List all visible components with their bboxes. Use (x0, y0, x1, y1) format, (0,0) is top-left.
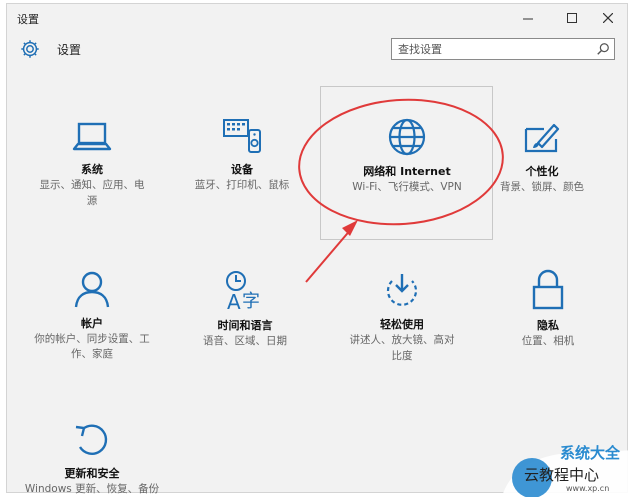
tile-accounts[interactable]: 帐户 你的帐户、同步设置、工作、家庭 (21, 269, 163, 362)
tile-label: 时间和语言 (217, 319, 273, 332)
tile-time-language[interactable]: A 字 时间和语言 语音、区域、日期 (175, 269, 315, 349)
tile-desc: 源 (86, 195, 98, 207)
watermark-url: www.xp.cn (566, 484, 610, 493)
tile-desc: 你的帐户、同步设置、工作、家庭 (34, 333, 150, 360)
tile-network[interactable]: 网络和 Internet Wi-Fi、飞行模式、VPN (323, 117, 491, 195)
maximize-button[interactable] (555, 4, 589, 32)
tile-label: 轻松使用 (380, 318, 424, 331)
tile-desc: 背景、锁屏、颜色 (500, 181, 584, 193)
user-icon (74, 271, 110, 308)
svg-text:A: A (227, 290, 241, 311)
tile-label: 系统 (81, 163, 103, 176)
tile-personalization[interactable]: 个性化 背景、锁屏、颜色 (487, 121, 597, 195)
tile-desc: 位置、相机 (521, 335, 575, 347)
title-bar: 设置 (7, 4, 627, 32)
tile-desc: 语音、区域、日期 (203, 335, 287, 347)
search-icon[interactable] (596, 42, 610, 56)
laptop-icon (72, 122, 112, 151)
ease-of-access-icon (386, 274, 418, 306)
lock-icon (532, 269, 564, 310)
tile-label: 帐户 (81, 317, 103, 330)
tile-devices[interactable]: 设备 蓝牙、打印机、鼠标 (167, 117, 317, 193)
tile-desc: Wi-Fi、飞行模式、VPN (352, 181, 462, 193)
gear-icon (21, 40, 39, 58)
time-language-icon: A 字 (226, 271, 260, 311)
globe-icon (388, 118, 426, 156)
tile-ease-of-access[interactable]: 轻松使用 讲述人、放大镜、高对 比度 (337, 272, 467, 364)
page-title: 设置 (57, 43, 82, 57)
tile-privacy[interactable]: 隐私 位置、相机 (495, 269, 601, 349)
tile-system[interactable]: 系统 显示、通知、应用、电 源 (17, 119, 167, 209)
tile-label: 更新和安全 (64, 467, 120, 480)
close-button[interactable] (591, 4, 625, 32)
tile-label: 隐私 (537, 319, 559, 332)
tile-label: 个性化 (525, 165, 559, 178)
close-icon (603, 13, 613, 23)
settings-window: 设置 设置 系统 显示、通知、应用、电 源 (6, 3, 628, 495)
maximize-icon (567, 13, 577, 23)
tile-desc: 蓝牙、打印机、鼠标 (194, 179, 290, 191)
tile-desc: Windows 更新、恢复、备份 (24, 483, 160, 495)
tile-label: 设备 (231, 163, 253, 176)
svg-text:字: 字 (242, 291, 260, 311)
tile-desc: 比度 (391, 350, 413, 362)
minimize-button[interactable] (511, 4, 545, 32)
devices-icon (223, 119, 261, 153)
search-input[interactable] (392, 39, 588, 59)
watermark-main: 云教程中心 (524, 466, 600, 484)
tile-label: 网络和 Internet (363, 165, 451, 178)
minimize-icon (523, 18, 533, 20)
search-box[interactable] (391, 38, 615, 60)
watermark-top: 系统大全 (560, 444, 621, 462)
window-title: 设置 (17, 13, 39, 26)
refresh-icon (75, 424, 108, 455)
watermark: 系统大全 云教程中心 www.xp.cn (500, 440, 636, 498)
tile-update-security[interactable]: 更新和安全 Windows 更新、恢复、备份 (21, 421, 163, 497)
tile-desc: 显示、通知、应用、电 (39, 179, 145, 191)
paint-icon (524, 123, 560, 153)
tile-desc: 讲述人、放大镜、高对 (349, 334, 455, 346)
